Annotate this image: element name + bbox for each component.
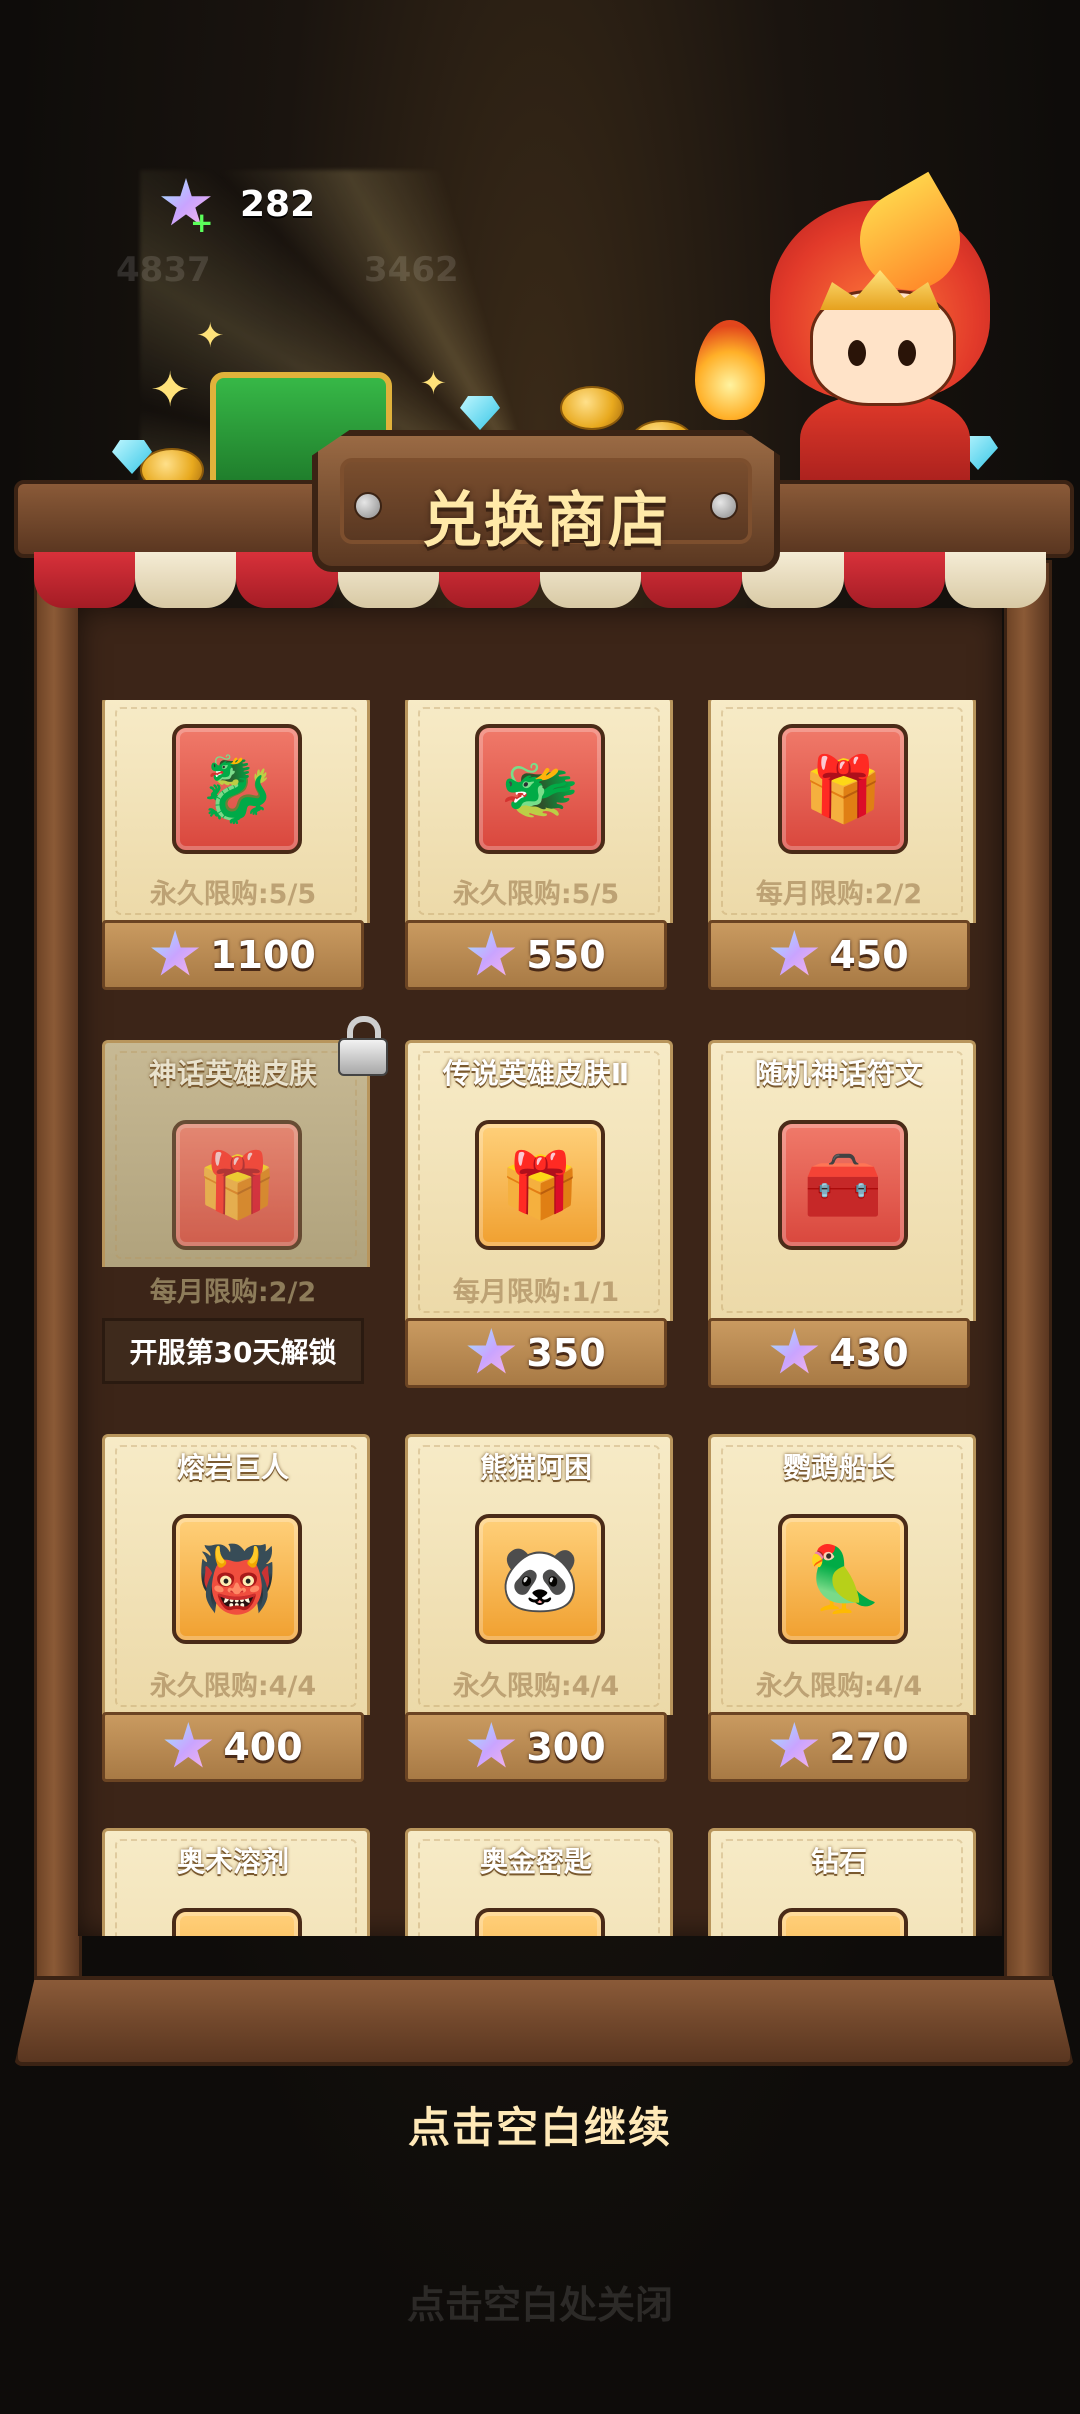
- item-name: 熊猫阿困: [479, 1451, 592, 1484]
- shadow-dragon-icon: 🐲: [475, 724, 605, 854]
- mythic-skin-chest-icon: 🎁: [172, 1120, 302, 1250]
- fire-hero-character: [740, 171, 1010, 505]
- shop-title-plate: 兑换商店: [312, 430, 780, 572]
- buy-button[interactable]: 400: [102, 1712, 364, 1782]
- add-currency-icon[interactable]: +: [190, 209, 213, 237]
- buy-button[interactable]: 1100: [102, 920, 364, 990]
- shop-item-card[interactable]: 随机神话符文 🧰 430: [708, 1040, 976, 1388]
- buy-button[interactable]: 270: [708, 1712, 970, 1782]
- purchase-limit: 每月限购:2/2: [755, 879, 923, 910]
- hero-skin-chest-icon: 🎁: [778, 724, 908, 854]
- purchase-limit: 永久限购:4/4: [452, 1671, 620, 1702]
- shop-item-card[interactable]: 🎁 每月限购:2/2 450: [708, 700, 976, 994]
- shop-item-card[interactable]: 奥术溶剂: [102, 1828, 370, 1936]
- star-gem-icon: [770, 1722, 819, 1768]
- board-bottom-beam: [14, 1976, 1074, 2066]
- coin-icon: [560, 386, 624, 430]
- legend-skin-chest-icon: 🎁: [475, 1120, 605, 1250]
- currency-display[interactable]: 282: [160, 178, 315, 230]
- board-right-pillar: [1004, 560, 1052, 1996]
- shop-item-card[interactable]: 🐉 永久限购:5/5 1100: [102, 700, 370, 994]
- golden-key-icon: [475, 1908, 605, 1936]
- buy-button[interactable]: 430: [708, 1318, 970, 1388]
- shop-item-grid[interactable]: 🐉 永久限购:5/5 1100 🐲 永久限购:5/5 550 🎁 每月限购:2/…: [78, 700, 1002, 1936]
- purchase-limit: 永久限购:5/5: [452, 879, 620, 910]
- purchase-limit: 永久限购:4/4: [149, 1671, 317, 1702]
- buy-button[interactable]: 450: [708, 920, 970, 990]
- currency-value: 282: [240, 183, 316, 225]
- item-name: 传说英雄皮肤Ⅱ: [442, 1057, 630, 1090]
- buy-button[interactable]: 550: [405, 920, 667, 990]
- parrot-captain-icon: 🦜: [778, 1514, 908, 1644]
- item-name: 熔岩巨人: [176, 1451, 289, 1484]
- board-left-pillar: [34, 560, 82, 1996]
- price: 430: [829, 1331, 909, 1375]
- shop-item-card[interactable]: 熔岩巨人 👹 永久限购:4/4 400: [102, 1434, 370, 1782]
- item-name: 钻石: [810, 1845, 867, 1878]
- item-name: 神话英雄皮肤: [148, 1057, 317, 1090]
- diamond-icon: [778, 1908, 908, 1936]
- price: 350: [526, 1331, 606, 1375]
- shop-item-card[interactable]: 传说英雄皮肤Ⅱ 🎁 每月限购:1/1 350: [405, 1040, 673, 1388]
- unlock-condition: 开服第30天解锁: [102, 1318, 364, 1384]
- purchase-limit: 永久限购:4/4: [755, 1671, 923, 1702]
- tap-to-continue[interactable]: 点击空白继续: [0, 2094, 1080, 2155]
- shop-item-card[interactable]: 钻石: [708, 1828, 976, 1936]
- shop-item-card[interactable]: 奥金密匙: [405, 1828, 673, 1936]
- price: 300: [526, 1725, 606, 1769]
- bone-dragon-icon: 🐉: [172, 724, 302, 854]
- shop-item-card[interactable]: 熊猫阿困 🐼 永久限购:4/4 300: [405, 1434, 673, 1782]
- buy-button[interactable]: 300: [405, 1712, 667, 1782]
- item-name: 奥金密匙: [479, 1845, 592, 1878]
- shop-title: 兑换商店: [422, 486, 670, 556]
- price: 450: [829, 933, 909, 977]
- price: 270: [829, 1725, 909, 1769]
- arcane-potion-icon: [172, 1908, 302, 1936]
- star-gem-icon: [467, 930, 516, 976]
- star-gem-icon: [164, 1722, 213, 1768]
- shop-item-card-locked[interactable]: 神话英雄皮肤 🎁 每月限购:2/2 开服第30天解锁: [102, 1016, 388, 1384]
- sparkle-icon: ✦: [196, 316, 225, 356]
- shop-item-card[interactable]: 🐲 永久限购:5/5 550: [405, 700, 673, 994]
- star-gem-icon: [467, 1328, 516, 1374]
- purchase-limit: 每月限购:1/1: [452, 1277, 620, 1308]
- item-name: 奥术溶剂: [176, 1845, 289, 1878]
- price: 400: [223, 1725, 303, 1769]
- price: 550: [526, 933, 606, 977]
- lock-icon: [338, 1016, 388, 1076]
- star-gem-icon: [467, 1722, 516, 1768]
- lava-giant-icon: 👹: [172, 1514, 302, 1644]
- item-name: 随机神话符文: [754, 1057, 923, 1090]
- sparkle-icon: ✦: [420, 364, 447, 402]
- purchase-limit: 每月限购:2/2: [149, 1277, 317, 1308]
- mythic-rune-chest-icon: 🧰: [778, 1120, 908, 1250]
- star-gem-icon: [770, 930, 819, 976]
- item-name: 鹦鹉船长: [782, 1451, 895, 1484]
- star-gem-icon: [151, 930, 200, 976]
- shop-item-card[interactable]: 鹦鹉船长 🦜 永久限购:4/4 270: [708, 1434, 976, 1782]
- purchase-limit: 永久限购:5/5: [149, 879, 317, 910]
- buy-button[interactable]: 350: [405, 1318, 667, 1388]
- bg-close-hint: 点击空白处关闭: [406, 2283, 673, 2327]
- star-gem-icon: [770, 1328, 819, 1374]
- sparkle-icon: ✦: [150, 362, 191, 418]
- price: 1100: [210, 933, 316, 977]
- panda-icon: 🐼: [475, 1514, 605, 1644]
